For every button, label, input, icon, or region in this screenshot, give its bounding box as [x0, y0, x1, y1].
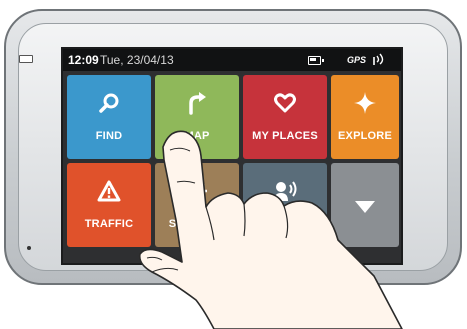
tile-label: FIND: [95, 130, 123, 142]
gear-icon: [155, 177, 239, 205]
tile-scroll-down[interactable]: [331, 163, 399, 247]
tile-label: TRAFFIC: [84, 218, 134, 230]
tile-map[interactable]: MAP: [155, 75, 239, 159]
battery-icon: [308, 56, 324, 65]
voice-icon: [243, 177, 327, 205]
tile-label: MY PLACES: [252, 130, 318, 142]
status-time: 12:09: [68, 53, 99, 67]
sparkle-icon: [331, 89, 399, 117]
tile-explore[interactable]: EXPLORE: [331, 75, 399, 159]
gps-label: GPS: [346, 55, 366, 65]
tile-find[interactable]: FIND: [67, 75, 151, 159]
indicator-light: [27, 246, 31, 250]
power-button[interactable]: [19, 55, 33, 63]
warning-icon: [67, 177, 151, 205]
status-bar: 12:09 Tue, 23/04/13 GPS: [63, 49, 401, 71]
tile-label: SETTINGS: [168, 218, 226, 230]
touch-screen: 12:09 Tue, 23/04/13 GPS FIND MAP MY PLAC…: [61, 47, 403, 265]
heart-icon: [243, 89, 327, 117]
search-icon: [67, 89, 151, 117]
gps-signal-icon: [373, 53, 384, 65]
gps-device: 12:09 Tue, 23/04/13 GPS FIND MAP MY PLAC…: [4, 9, 462, 285]
tile-voice[interactable]: [243, 163, 327, 247]
chevron-down-icon: [331, 193, 399, 221]
tile-my-places[interactable]: MY PLACES: [243, 75, 327, 159]
map-arrow-icon: [155, 89, 239, 117]
tile-settings[interactable]: SETTINGS: [155, 163, 239, 247]
tile-label: EXPLORE: [338, 130, 392, 142]
tile-traffic[interactable]: TRAFFIC: [67, 163, 151, 247]
tile-label: MAP: [184, 130, 210, 142]
status-date: Tue, 23/04/13: [100, 53, 174, 67]
